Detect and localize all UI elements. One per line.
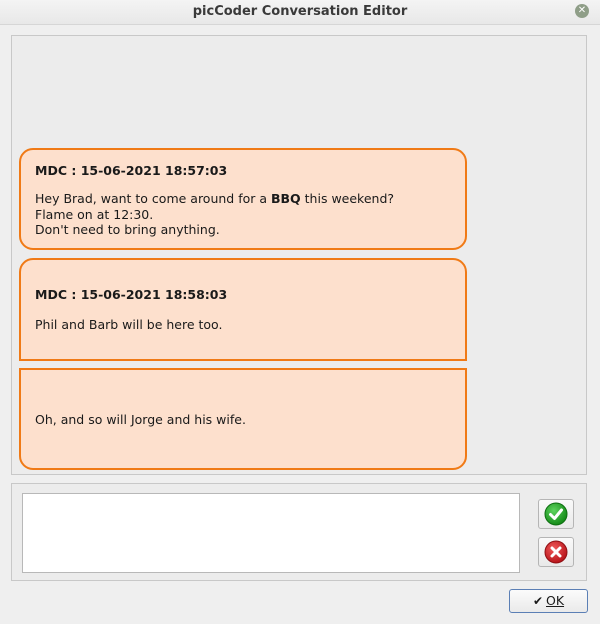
ok-button[interactable]: ✔ OK xyxy=(509,589,588,613)
message-text: this weekend? xyxy=(300,191,395,206)
message-body: Oh, and so will Jorge and his wife. xyxy=(35,412,246,428)
message-text: Oh, and so will Jorge and his wife. xyxy=(35,412,246,427)
message-text: Flame on at 12:30. xyxy=(35,206,154,222)
message-bold-text: BBQ xyxy=(271,191,301,206)
message-header: MDC : 15-06-2021 18:57:03 xyxy=(35,163,228,178)
message-text: Hey Brad, want to come around for a xyxy=(35,191,271,206)
message-body: Phil and Barb will be here too. xyxy=(35,317,222,333)
ok-button-label: OK xyxy=(546,593,565,608)
green-check-icon xyxy=(544,502,568,526)
close-window-button[interactable]: ✕ xyxy=(575,4,589,18)
checkmark-icon: ✔ xyxy=(532,594,543,608)
close-icon: ✕ xyxy=(577,5,587,16)
conversation-panel[interactable]: MDC : 15-06-2021 18:57:03 Hey Brad, want… xyxy=(11,35,587,475)
message-header: MDC : 15-06-2021 18:58:03 xyxy=(35,287,228,302)
message-input[interactable] xyxy=(22,493,520,573)
message-bubble[interactable]: MDC : 15-06-2021 18:58:03 Phil and Barb … xyxy=(19,258,467,361)
window-title: picCoder Conversation Editor xyxy=(192,4,408,19)
message-text: Phil and Barb will be here too. xyxy=(35,317,223,332)
title-bar: picCoder Conversation Editor ✕ xyxy=(0,0,600,25)
message-bubble[interactable]: MDC : 15-06-2021 18:57:03 Hey Brad, want… xyxy=(19,148,467,250)
message-bubble[interactable]: Oh, and so will Jorge and his wife. xyxy=(19,368,467,470)
accept-message-button[interactable] xyxy=(538,499,574,529)
message-text: Don't need to bring anything. xyxy=(35,222,220,237)
cancel-message-button[interactable] xyxy=(538,537,574,567)
message-body: Hey Brad, want to come around for a BBQ … xyxy=(35,191,394,238)
red-x-icon xyxy=(544,540,568,564)
message-compose-panel xyxy=(11,483,587,581)
